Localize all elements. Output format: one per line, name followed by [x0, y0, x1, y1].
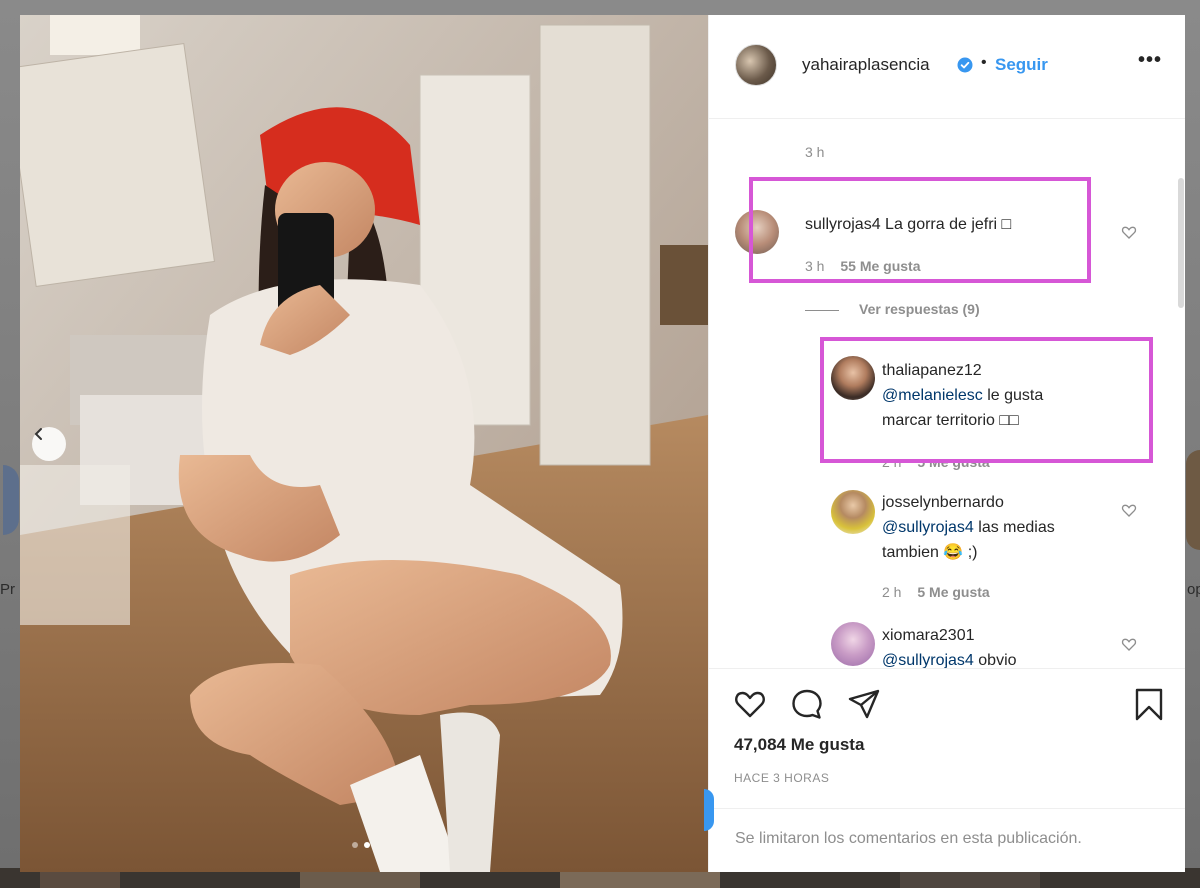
verified-badge-icon: [957, 57, 973, 73]
post-photo[interactable]: [20, 15, 708, 872]
comments-limited-text: Se limitaron los comentarios en esta pub…: [735, 830, 1082, 847]
chevron-left-icon: [34, 428, 42, 440]
reply-mention-front[interactable]: @melanielesc: [882, 387, 983, 404]
reply-avatar[interactable]: [831, 622, 875, 666]
reply-username[interactable]: josselynbernardo: [882, 494, 1004, 511]
author-username[interactable]: yahairaplasencia: [802, 55, 930, 75]
view-replies-line: [805, 309, 839, 311]
reply-text-front: thaliapanez12 @melanielesc le gusta marc…: [882, 358, 1043, 433]
post-header: yahairaplasencia • Seguir •••: [709, 15, 1185, 119]
comments-list[interactable]: 3 h sullyrojas4 La gorra de jefri □ 3 h …: [709, 120, 1185, 668]
post-photo-illustration: [20, 15, 708, 872]
reply-avatar[interactable]: [831, 490, 875, 534]
reply-like-heart-icon[interactable]: [1121, 502, 1137, 518]
comment-like-heart-icon[interactable]: [1121, 224, 1137, 240]
likes-count[interactable]: 47,084 Me gusta: [734, 735, 864, 755]
background-story-avatar-right: [1186, 450, 1200, 550]
post-actions: 47,084 Me gusta HACE 3 HORAS: [709, 668, 1185, 808]
view-replies-label: Ver respuestas (9): [859, 301, 980, 317]
share-send-icon[interactable]: [847, 687, 881, 721]
reply-body-line1: obvio: [978, 652, 1017, 668]
caption-time: 3 h: [805, 144, 825, 160]
reply-body-line2: tambien 😂 ;): [882, 544, 978, 561]
view-replies-button[interactable]: Ver respuestas (9): [805, 301, 980, 317]
comment-bubble-icon[interactable]: [790, 687, 824, 721]
comments-scrollbar[interactable]: [1178, 178, 1184, 308]
reply-body-line2-front: marcar territorio □□: [882, 412, 1019, 429]
reply-text: xiomara2301 @sullyrojas4 obvio: [882, 623, 1017, 668]
comments-limited-notice: Se limitaron los comentarios en esta pub…: [704, 789, 1185, 872]
carousel-dot-active: [364, 842, 370, 848]
reply-likes[interactable]: 5 Me gusta: [917, 584, 989, 600]
more-options-icon[interactable]: •••: [1138, 49, 1162, 72]
reply-username[interactable]: xiomara2301: [882, 627, 975, 644]
background-story-avatar: [3, 465, 19, 535]
post-modal: yahairaplasencia • Seguir ••• 3 h sullyr…: [20, 15, 1185, 872]
reply-mention[interactable]: @sullyrojas4: [882, 652, 974, 668]
background-text-right: op: [1187, 581, 1200, 598]
reply-time: 2 h: [882, 584, 902, 600]
author-avatar[interactable]: [735, 44, 777, 86]
follow-button[interactable]: Seguir: [995, 55, 1048, 75]
reply-username-front[interactable]: thaliapanez12: [882, 362, 982, 379]
notification-tab[interactable]: [704, 789, 714, 831]
background-text-left: Pr: [0, 581, 15, 598]
highlight-box-comment: [749, 177, 1091, 283]
post-timestamp: HACE 3 HORAS: [734, 771, 830, 785]
reply-meta: 2 h 5 Me gusta: [882, 584, 990, 600]
reply-body-line1: las medias: [978, 519, 1055, 536]
reply-body-line1-front: le gusta: [987, 387, 1044, 404]
reply-avatar-front[interactable]: [831, 356, 875, 400]
reply-mention[interactable]: @sullyrojas4: [882, 519, 974, 536]
carousel-dot: [352, 842, 358, 848]
like-heart-icon[interactable]: [733, 687, 767, 721]
header-separator: •: [981, 54, 987, 71]
reply-like-heart-icon[interactable]: [1121, 636, 1137, 652]
carousel-indicator: [352, 842, 370, 848]
save-bookmark-icon[interactable]: [1132, 687, 1166, 721]
reply-text: josselynbernardo @sullyrojas4 las medias…: [882, 490, 1055, 565]
previous-slide-button[interactable]: [32, 427, 66, 461]
post-sidebar: yahairaplasencia • Seguir ••• 3 h sullyr…: [704, 15, 1185, 872]
